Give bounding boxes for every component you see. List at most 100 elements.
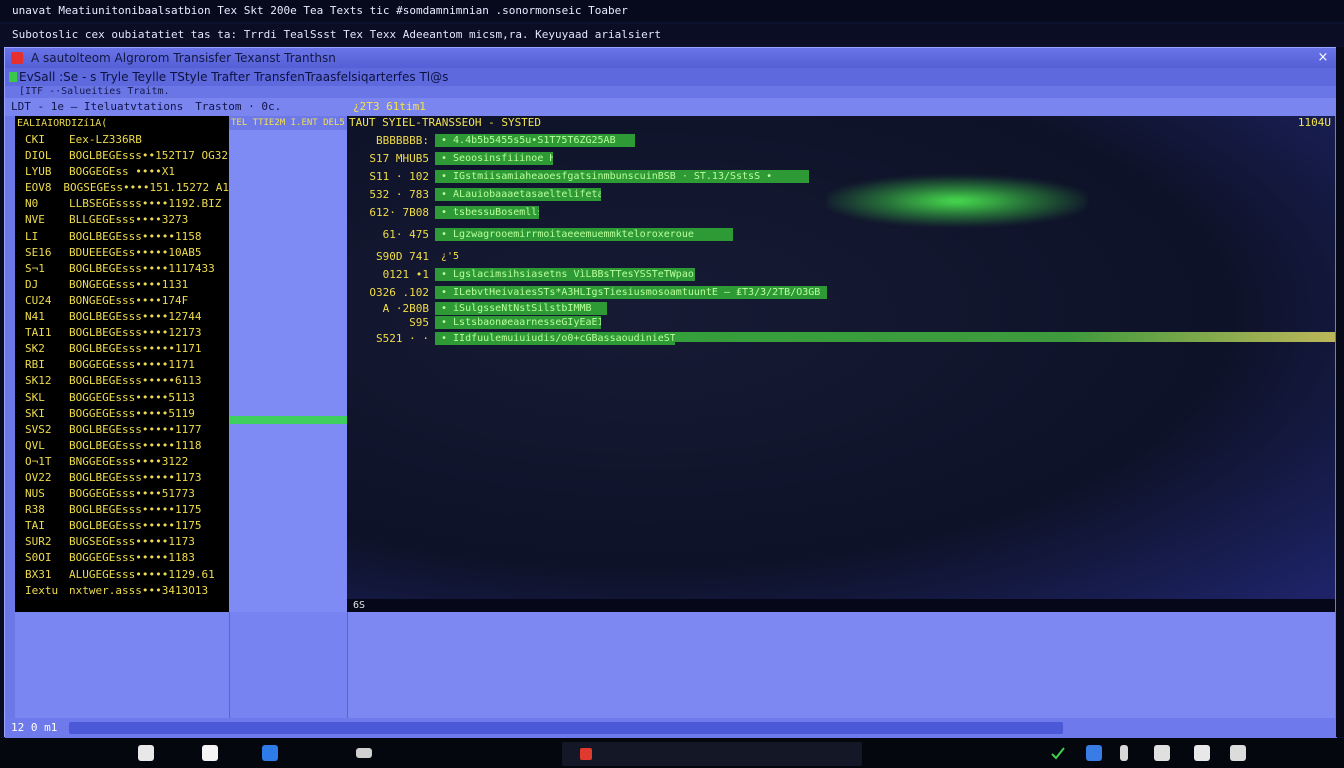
check-icon[interactable] (1050, 745, 1066, 761)
variable-row[interactable]: NVE BLLGEGEsss••••3273 (15, 212, 229, 228)
console-line[interactable]: S95 • LstsbaonøeaarnesseGIyEaE1 (347, 316, 601, 330)
browser-icon[interactable] (262, 745, 278, 761)
active-app-icon (580, 748, 592, 760)
lower-mid-pane (229, 612, 347, 718)
toolbar-item-time[interactable]: ¿2T3 61tim1 (347, 98, 432, 116)
console-line-text: • ALauiobaaaetasaeltelifetasmiØBg (435, 188, 601, 201)
variable-row[interactable]: QVL BOGLBEGEsss•••••1118 (15, 438, 229, 454)
variable-code: OV22 (25, 470, 52, 484)
document-icon (9, 72, 17, 82)
variable-code: QVL (25, 438, 45, 452)
variable-row[interactable]: SVS2 BOGLBEGEsss•••••1177 (15, 422, 229, 438)
right-window-edge (1336, 47, 1344, 737)
variable-row[interactable]: O¬1T BNGGEGEsss••••3122 (15, 454, 229, 470)
variable-row[interactable]: N0 LLBSEGEssss••••1192.BIZ (15, 196, 229, 212)
console-line[interactable]: A ·2B0B • iSulgsseNtNstSilstbIMMB (347, 302, 607, 316)
console-line[interactable]: S17 MHUB5 • Seoosinsfiiinoe Hagsslbe (347, 152, 553, 166)
variable-row[interactable]: DJ BONGEGEsss••••1131 (15, 277, 229, 293)
console-line-text: • Lgzwagrooemirrmoitaeeemuemmkteloroxero… (435, 228, 733, 241)
app-icon (11, 52, 23, 64)
console-line-label: A ·2B0B (382, 302, 429, 315)
detail-panel: TEL TTIE2M I.ENT DEL5 (229, 116, 347, 612)
console-line[interactable]: 61· 475 • Lgzwagrooemirrmoitaeeemuemmktel… (347, 228, 733, 242)
variable-value: BOGLBEGEsss••••1117433 (69, 261, 215, 275)
terminal-icon[interactable] (356, 748, 372, 758)
variable-row[interactable]: EOV8 BOGSEGEss••••151.15272 A1 (15, 180, 229, 196)
variable-value: Eex-LZ336RB (69, 133, 142, 146)
variable-row[interactable]: BX31 ALUGEGEsss•••••1129.61 (15, 567, 229, 583)
variable-code: LI (25, 229, 39, 243)
close-button[interactable]: × (1315, 50, 1331, 66)
variable-list: CKI Eex-LZ336RB DIOL BOGLBEGEsss••152T17 OG… (15, 132, 229, 599)
status-text: 12 0 m1 (11, 721, 58, 734)
variable-row[interactable]: LYUB BOGGEGEss ••••X1 (15, 164, 229, 180)
console-line[interactable]: 532 · 783 • ALauiobaaaetasaeltelifetasmiØ… (347, 188, 601, 202)
console-line[interactable]: S11 · 102 • IGstmiisamiaheaoesfgatsinmbun… (347, 170, 809, 184)
variable-value: LLBSEGEssss••••1192.BIZ (69, 197, 222, 211)
variable-row[interactable]: SKL BOGGEGEsss•••••5113 (15, 390, 229, 406)
variable-value: BOGLBEGEsss•••••1118 (69, 438, 202, 452)
folder-icon[interactable] (202, 745, 218, 761)
variable-row[interactable]: SKI BOGGEGEsss•••••5119 (15, 406, 229, 422)
console-line[interactable]: O326 .102 • ILebvtHeivaiesSTs*A3HLIgsTies… (347, 286, 827, 300)
variable-row[interactable]: SK2 BOGLBEGEsss•••••1171 (15, 341, 229, 357)
selection-highlight[interactable] (229, 416, 347, 424)
app-window: A sautolteom Algrorom Transisfer Texanst… (4, 47, 1338, 738)
status-bar: 12 0 m1 (5, 718, 1337, 738)
file-icon[interactable] (138, 745, 154, 761)
variable-code: SE16 (25, 245, 52, 259)
battery-icon[interactable] (1120, 745, 1128, 761)
console-line-text: • IGstmiisamiaheaoesfgatsinmbunscuinBSB … (435, 170, 809, 183)
variable-row[interactable]: SE16 BDUEEEGEss•••••10AB5 (15, 245, 229, 261)
variable-row[interactable]: S0OI BOGGEGEsss•••••1183 (15, 550, 229, 566)
horizontal-scrollbar[interactable] (69, 722, 1063, 734)
variable-value: BOGLBEGEsss•••••1173 (69, 470, 202, 484)
system-subtitle-line: Subotoslic cex oubiatatiet tas ta: Trrdi… (0, 24, 1344, 46)
window-titlebar[interactable]: A sautolteom Algrorom Transisfer Texanst… (5, 48, 1337, 68)
variable-row[interactable]: SK12 BOGLBEGEsss•••••6113 (15, 373, 229, 389)
variable-row[interactable]: Iextu nxtwer.asss•••3413O13 (15, 583, 229, 599)
variable-row[interactable]: SUR2 BUGSEGEsss•••••1173 (15, 534, 229, 550)
toolbar-item-evaluations[interactable]: LDT - 1e — Iteluatvtations (5, 98, 189, 116)
console-line[interactable]: BBBBBBB: • 4.4b5b5455s5u•S1T75T6ZG25AB (347, 134, 635, 148)
variable-row[interactable]: S¬1 BOGLBEGEsss••••1117433 (15, 261, 229, 277)
clock-icon[interactable] (1230, 745, 1246, 761)
console-line[interactable]: S90D 741 ¿'5 (347, 250, 459, 264)
document-tab[interactable]: EvSall :Se - s Tryle Teylle TStyle Traft… (5, 68, 1337, 86)
taskbar-active-app[interactable] (562, 742, 862, 766)
console-line-text: • Seoosinsfiiinoe Hagsslbe (435, 152, 553, 165)
variable-value: BOGGEGEsss•••••5113 (69, 390, 195, 404)
console-line[interactable]: 612· 7B08 • tsbessuBosemllse (347, 206, 539, 220)
variable-row[interactable]: TAI1 BOGLBEGEsss••••12173 (15, 325, 229, 341)
variable-code: O¬1T (25, 454, 52, 468)
volume-icon[interactable] (1194, 745, 1210, 761)
variable-row[interactable]: CU24 BONGEGEsss••••174F (15, 293, 229, 309)
output-console-panel: TAUT SYIEL-TRANSSEOH - SYSTED 1104U BBBB… (347, 116, 1335, 612)
variable-row[interactable]: OV22 BOGLBEGEsss•••••1173 (15, 470, 229, 486)
network-icon[interactable] (1154, 745, 1170, 761)
toolbar-item-transform[interactable]: Trastom · 0c. (189, 98, 287, 116)
variable-value: BONGEGEsss••••1131 (69, 277, 189, 291)
variable-row[interactable]: R38 BOGLBEGEsss•••••1175 (15, 502, 229, 518)
variable-row[interactable]: N41 BOGLBEGEsss••••12744 (15, 309, 229, 325)
shield-icon[interactable] (1086, 745, 1102, 761)
variable-row[interactable]: DIOL BOGLBEGEsss••152T17 OG32 (15, 148, 229, 164)
console-line[interactable]: S521 · · • IIdfuulemuiuiudis/o0+cGBassaou… (347, 332, 675, 346)
variable-row[interactable]: RBI BOGGEGEsss•••••1171 (15, 357, 229, 373)
variable-row[interactable]: LI BOGLBEGEsss•••••1158 (15, 229, 229, 245)
variable-value: BOGLBEGEsss•••••1171 (69, 342, 202, 356)
variable-value: BOGLBEGEsss•••••6113 (69, 374, 202, 388)
variable-value: BOGSEGEss••••151.15272 A1 (63, 181, 229, 195)
variable-code: Iextu (25, 583, 59, 597)
variable-code: SKL (25, 390, 45, 404)
variable-code: SK2 (25, 342, 45, 356)
variable-value: BNGGEGEsss••••3122 (69, 454, 189, 468)
variable-row[interactable]: TAI BOGLBEGEsss•••••1175 (15, 518, 229, 534)
console-cursor-line[interactable]: 6S (347, 599, 1335, 612)
variable-value: BOGGEGEsss•••••1171 (69, 358, 195, 372)
console-header-code: 1104U (1297, 116, 1331, 129)
console-line[interactable]: 0121 •1 • Lgslacimsihsiasetns VìLBBsTTesY… (347, 268, 695, 282)
variable-row[interactable]: CKI Eex-LZ336RB (15, 132, 229, 148)
variable-row[interactable]: NUS BOGGEGEsss••••51773 (15, 486, 229, 502)
variable-value: BOGLBEGEsss•••••1175 (69, 519, 202, 533)
